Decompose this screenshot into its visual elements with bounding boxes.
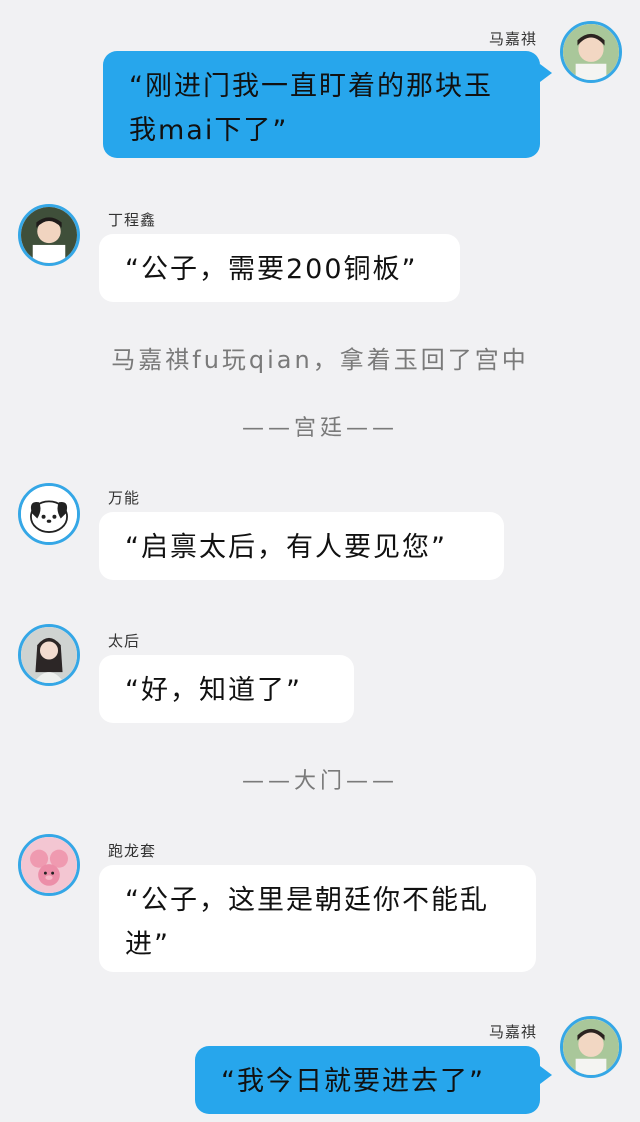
- message-bubble[interactable]: “公子，这里是朝廷你不能乱进”: [99, 865, 536, 972]
- sender-name: 马嘉祺: [488, 30, 537, 48]
- avatar[interactable]: [560, 21, 622, 83]
- message-text: “公子，这里是朝廷你不能乱进”: [125, 885, 489, 960]
- sender-name: 马嘉祺: [488, 1023, 537, 1041]
- avatar[interactable]: [18, 834, 80, 896]
- message-bubble[interactable]: “启禀太后，有人要见您”: [99, 512, 504, 580]
- avatar[interactable]: [560, 1016, 622, 1078]
- bubble-tail: [540, 64, 552, 82]
- message-bubble[interactable]: “刚进门我一直盯着的那块玉我mai下了”: [103, 51, 540, 158]
- message-text: “我今日就要进去了”: [221, 1066, 485, 1097]
- sender-name: 丁程鑫: [108, 211, 157, 229]
- avatar-woman-photo-icon: [21, 627, 77, 683]
- avatar-pink-pigs-icon: [21, 837, 77, 893]
- scene-divider: ——大门——: [241, 769, 398, 794]
- avatar-boy-photo-2-icon: [21, 207, 77, 263]
- message-text: “启禀太后，有人要见您”: [125, 532, 447, 563]
- message-text: “刚进门我一直盯着的那块玉我mai下了”: [129, 71, 493, 146]
- avatar[interactable]: [18, 624, 80, 686]
- avatar[interactable]: [18, 204, 80, 266]
- scene-divider: ——宫廷——: [241, 416, 398, 441]
- bubble-tail: [540, 1066, 552, 1084]
- message-text: “公子，需要200铜板”: [125, 254, 418, 285]
- avatar-boy-photo-icon: [563, 24, 619, 80]
- message-bubble[interactable]: “公子，需要200铜板”: [99, 234, 460, 302]
- narration-text: 马嘉祺fu玩qian，拿着玉回了宫中: [111, 346, 529, 374]
- sender-name: 万能: [108, 489, 141, 507]
- message-text: “好，知道了”: [125, 675, 302, 706]
- avatar-boy-photo-icon: [563, 1019, 619, 1075]
- message-bubble[interactable]: “好，知道了”: [99, 655, 354, 723]
- avatar[interactable]: [18, 483, 80, 545]
- sender-name: 跑龙套: [108, 842, 157, 860]
- pochacco-dog-avatar-icon: [21, 486, 77, 542]
- sender-name: 太后: [108, 632, 141, 650]
- message-bubble[interactable]: “我今日就要进去了”: [195, 1046, 540, 1114]
